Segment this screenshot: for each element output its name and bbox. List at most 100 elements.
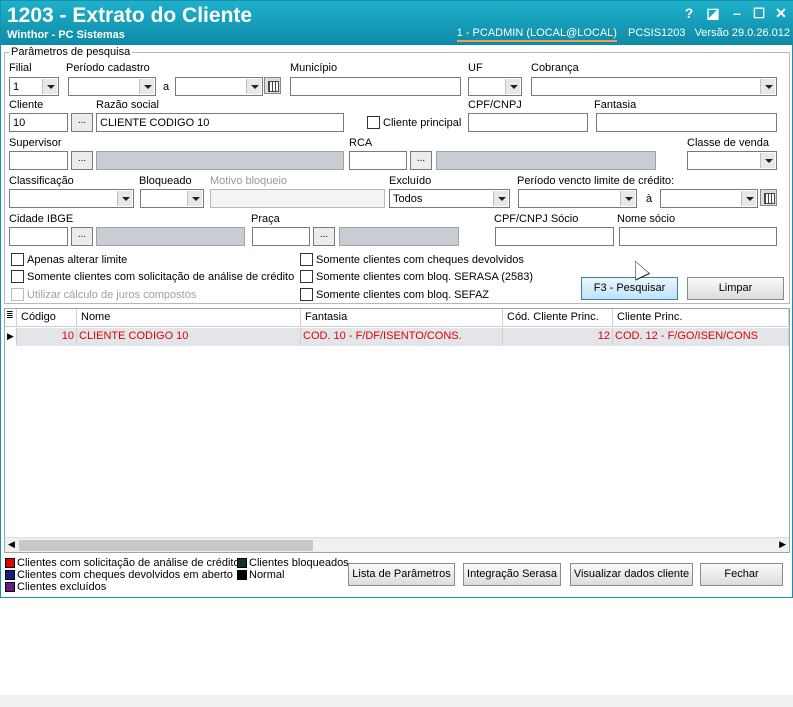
solicitacao-checkbox[interactable] bbox=[11, 270, 24, 283]
rca-input[interactable] bbox=[349, 151, 407, 170]
calendar-icon[interactable] bbox=[760, 189, 777, 206]
serasa-checkbox[interactable] bbox=[300, 270, 313, 283]
fechar-button[interactable]: Fechar bbox=[700, 563, 783, 586]
cidade-ibge-label: Cidade IBGE bbox=[9, 213, 74, 225]
cheques-label: Somente clientes com cheques devolvidos bbox=[316, 254, 524, 266]
legend-cheques-swatch bbox=[5, 570, 15, 580]
praca-name-field bbox=[339, 227, 459, 246]
limpar-button[interactable]: Limpar bbox=[687, 277, 784, 300]
supervisor-label: Supervisor bbox=[9, 137, 62, 149]
results-grid[interactable]: ≣ Código Nome Fantasia Cód. Cliente Prin… bbox=[4, 308, 790, 553]
periodo-vencto-a-label: à bbox=[646, 193, 653, 205]
razao-social-label: Razão social bbox=[96, 99, 159, 111]
municipio-label: Município bbox=[290, 62, 338, 74]
main-window: 1203 - Extrato do Cliente Winthor - PC S… bbox=[0, 0, 793, 598]
user-info: 1 - PCADMIN (LOCAL@LOCAL) bbox=[456, 27, 617, 42]
excluido-select[interactable]: Todos bbox=[389, 189, 510, 208]
version-info: Versão 29.0.26.012 bbox=[694, 27, 790, 39]
chevron-down-icon bbox=[760, 153, 775, 168]
col-header-nome[interactable]: Nome bbox=[77, 309, 301, 327]
periodo-a-label: a bbox=[163, 81, 170, 93]
integracao-serasa-button[interactable]: Integração Serasa bbox=[463, 563, 561, 586]
col-header-cod-princ[interactable]: Cód. Cliente Princ. bbox=[503, 309, 613, 327]
periodo-vencto-end[interactable] bbox=[660, 189, 758, 208]
uf-select[interactable] bbox=[468, 77, 522, 96]
excluido-value: Todos bbox=[393, 193, 423, 205]
scroll-right-icon[interactable]: ▶ bbox=[779, 539, 786, 550]
session-info: 1 - PCADMIN (LOCAL@LOCAL) PCSIS1203 Vers… bbox=[456, 27, 790, 42]
cheques-checkbox[interactable] bbox=[300, 253, 313, 266]
sefaz-checkbox[interactable] bbox=[300, 288, 313, 301]
cobranca-select[interactable] bbox=[531, 77, 777, 96]
cidade-ibge-lookup-button[interactable]: ... bbox=[71, 227, 93, 246]
cell-nome: CLIENTE CODIGO 10 bbox=[77, 328, 301, 346]
col-header-codigo[interactable]: Código bbox=[17, 309, 77, 327]
chevron-down-icon bbox=[505, 79, 520, 94]
solicitacao-label: Somente clientes com solicitação de anál… bbox=[27, 271, 295, 283]
visualizar-dados-button[interactable]: Visualizar dados cliente bbox=[570, 563, 693, 586]
search-params-legend: Parâmetros de pesquisa bbox=[9, 46, 133, 58]
chevron-down-icon bbox=[493, 191, 508, 206]
filial-select[interactable]: 1 bbox=[9, 77, 59, 96]
praca-lookup-button[interactable]: ... bbox=[313, 227, 335, 246]
cliente-principal-label: Cliente principal bbox=[383, 117, 462, 129]
cliente-principal-checkbox[interactable] bbox=[367, 116, 380, 129]
cliente-input[interactable]: 10 bbox=[9, 113, 68, 132]
praca-label: Praça bbox=[251, 213, 280, 225]
nome-socio-label: Nome sócio bbox=[617, 213, 676, 225]
classe-venda-select[interactable] bbox=[687, 151, 777, 170]
municipio-input[interactable] bbox=[290, 77, 461, 96]
chevron-down-icon bbox=[620, 191, 635, 206]
supervisor-name-field bbox=[96, 151, 344, 170]
periodo-cadastro-start[interactable] bbox=[68, 77, 156, 96]
grid-menu-icon[interactable]: ≣ bbox=[5, 309, 17, 327]
periodo-cadastro-end[interactable] bbox=[175, 77, 263, 96]
cell-codigo: 10 bbox=[17, 328, 77, 346]
cpf-cnpj-socio-input[interactable] bbox=[495, 227, 614, 246]
edit-icon[interactable]: ◪ bbox=[704, 5, 722, 23]
supervisor-lookup-button[interactable]: ... bbox=[71, 151, 93, 170]
scroll-left-icon[interactable]: ◀ bbox=[8, 539, 15, 550]
nome-socio-input[interactable] bbox=[619, 227, 777, 246]
chevron-down-icon bbox=[42, 79, 57, 94]
cliente-lookup-button[interactable]: ... bbox=[71, 113, 93, 132]
motivo-bloqueio-label: Motivo bloqueio bbox=[210, 175, 288, 187]
periodo-vencto-label: Período vencto limite de crédito: bbox=[517, 175, 675, 187]
legend-normal-swatch bbox=[237, 570, 247, 580]
praca-input[interactable] bbox=[252, 227, 310, 246]
sefaz-label: Somente clientes com bloq. SEFAZ bbox=[316, 289, 490, 301]
classificacao-select[interactable] bbox=[9, 189, 134, 208]
minimize-icon[interactable]: – bbox=[728, 5, 746, 23]
cpf-cnpj-input[interactable] bbox=[468, 113, 588, 132]
lista-parametros-button[interactable]: Lista de Parâmetros bbox=[348, 563, 455, 586]
periodo-vencto-start[interactable] bbox=[518, 189, 637, 208]
razao-social-input[interactable]: CLIENTE CODIGO 10 bbox=[96, 113, 344, 132]
help-icon[interactable]: ? bbox=[680, 5, 698, 23]
apenas-limite-checkbox[interactable] bbox=[11, 253, 24, 266]
col-header-fantasia[interactable]: Fantasia bbox=[301, 309, 503, 327]
pesquisar-button[interactable]: F3 - Pesquisar bbox=[581, 277, 678, 300]
cidade-ibge-name-field bbox=[96, 227, 245, 246]
legend-normal-text: Normal bbox=[249, 569, 285, 581]
close-icon[interactable]: ✕ bbox=[772, 5, 790, 23]
scroll-thumb[interactable] bbox=[19, 540, 313, 551]
window-subtitle: Winthor - PC Sistemas bbox=[7, 29, 125, 41]
filial-value: 1 bbox=[13, 81, 20, 93]
legend-cheques-text: Clientes com cheques devolvidos em abert… bbox=[17, 569, 233, 581]
apenas-limite-label: Apenas alterar limite bbox=[27, 254, 128, 266]
horizontal-scrollbar[interactable]: ◀ ▶ bbox=[5, 537, 789, 552]
maximize-icon[interactable]: ☐ bbox=[750, 5, 768, 23]
rca-lookup-button[interactable]: ... bbox=[410, 151, 432, 170]
window-title: 1203 - Extrato do Cliente bbox=[7, 4, 253, 27]
supervisor-input[interactable] bbox=[9, 151, 68, 170]
chevron-down-icon bbox=[741, 191, 756, 206]
cidade-ibge-input[interactable] bbox=[9, 227, 68, 246]
rca-name-field bbox=[436, 151, 656, 170]
fantasia-input[interactable] bbox=[596, 113, 777, 132]
bloqueado-select[interactable] bbox=[140, 189, 204, 208]
juros-label: Utilizar cálculo de juros compostos bbox=[27, 289, 197, 301]
title-bar: 1203 - Extrato do Cliente Winthor - PC S… bbox=[1, 1, 793, 45]
col-header-cliente-princ[interactable]: Cliente Princ. bbox=[613, 309, 789, 327]
excluido-label: Excluído bbox=[389, 175, 432, 187]
calendar-icon[interactable] bbox=[264, 77, 281, 94]
